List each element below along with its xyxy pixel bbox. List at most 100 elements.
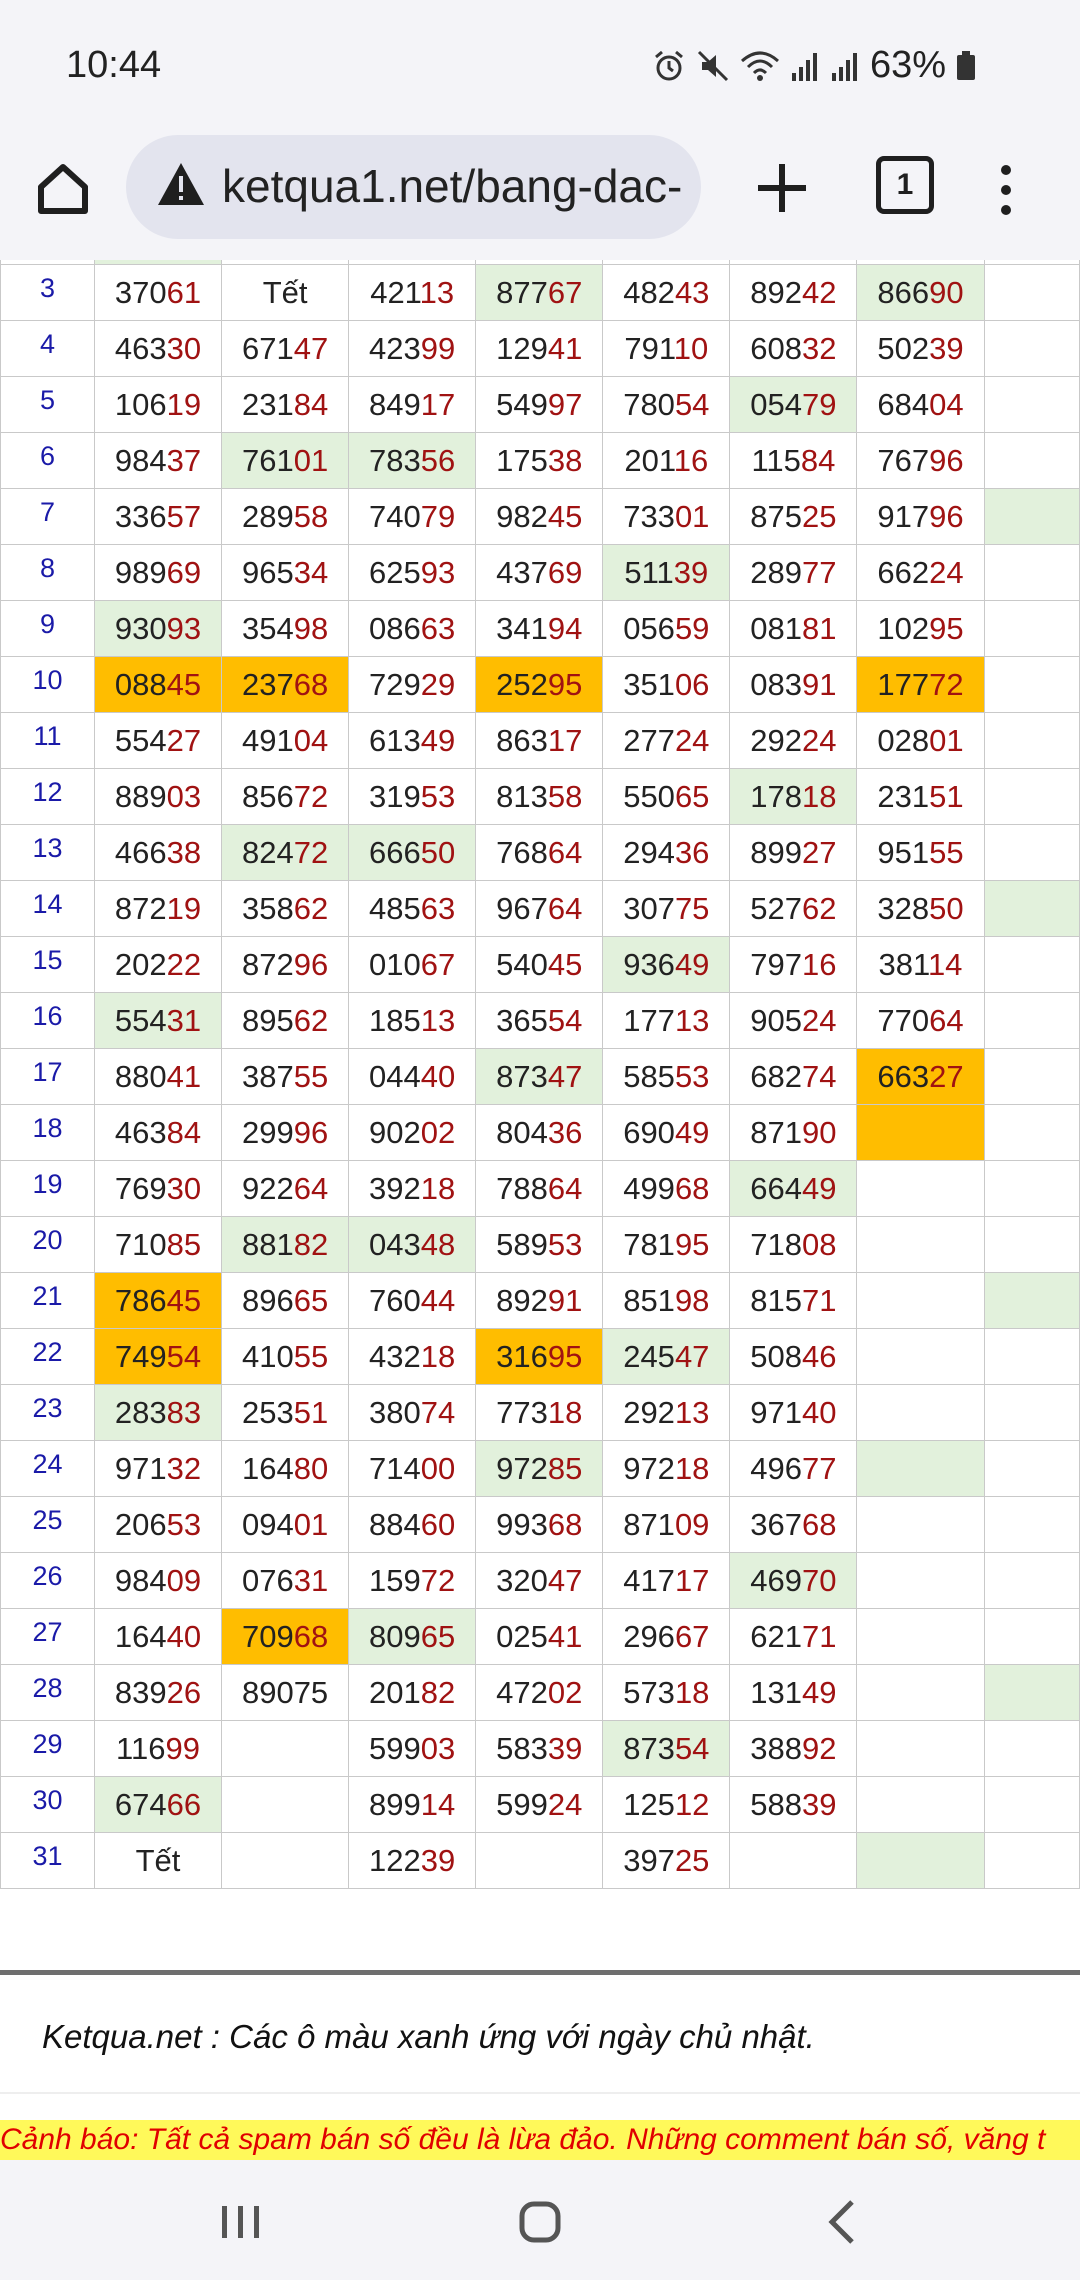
result-digits: 178	[750, 778, 803, 814]
result-cell: 71400	[348, 1440, 477, 1497]
result-digits: 930	[114, 610, 167, 646]
result-cell: 88041	[93, 1048, 223, 1105]
result-digits: 871	[623, 1506, 675, 1542]
day-number: 25	[0, 1496, 95, 1553]
result-cell	[221, 1776, 350, 1833]
table-row: 22 74954 41055 43218 31695 24547 50846	[0, 1328, 1080, 1385]
result-last-two-digits: 39	[673, 554, 709, 590]
result-digits: 508	[750, 1338, 803, 1374]
result-last-two-digits: 13	[674, 1002, 710, 1038]
result-cell: 16480	[221, 1440, 350, 1497]
result-cell: 05479	[729, 376, 858, 433]
result-last-two-digits: 77	[802, 554, 837, 590]
table-row: 31 Tết 12239 39725	[0, 1832, 1080, 1889]
result-cell: 96534	[221, 544, 350, 601]
result-digits: 245	[623, 1338, 675, 1374]
result-digits: 770	[877, 1002, 930, 1038]
result-cell: 42399	[348, 320, 477, 377]
result-cell: 90524	[729, 992, 858, 1049]
address-bar[interactable]: ketqua1.net/bang-dac-	[126, 135, 701, 239]
result-cell	[856, 1384, 985, 1441]
result-cell	[221, 1832, 350, 1889]
home-nav-icon[interactable]	[508, 2190, 572, 2254]
result-cell: 16440	[93, 1608, 223, 1665]
result-digits: 499	[623, 1170, 675, 1206]
result-digits: 231	[877, 778, 930, 814]
result-cell: 49677	[729, 1440, 858, 1497]
result-last-two-digits: 18	[674, 1674, 710, 1710]
result-cell	[983, 712, 1080, 769]
new-tab-button[interactable]	[746, 152, 818, 224]
result-digits: 540	[496, 946, 548, 982]
table-row: 27 16440 70968 80965 02541 29667 62171	[0, 1608, 1080, 1665]
day-number: 26	[0, 1552, 95, 1609]
result-digits: 392	[369, 1170, 421, 1206]
result-digits: 527	[750, 890, 803, 926]
result-digits: 511	[624, 554, 674, 590]
result-cell: 11699	[93, 1720, 223, 1777]
result-digits: 125	[623, 1786, 675, 1822]
result-cell: 54997	[475, 376, 604, 433]
result-cell: 87354	[602, 1720, 731, 1777]
url-text[interactable]: ketqua1.net/bang-dac-	[222, 159, 682, 213]
result-last-two-digits: 18	[420, 1170, 456, 1206]
result-cell: 38074	[348, 1384, 477, 1441]
result-last-two-digits: 47	[293, 330, 329, 366]
day-number: 23	[0, 1384, 95, 1441]
recent-apps-icon[interactable]	[208, 2190, 272, 2254]
result-cell: 80436	[475, 1104, 604, 1161]
result-digits: 289	[241, 498, 294, 534]
result-last-two-digits: 47	[547, 1562, 583, 1598]
result-digits: 690	[623, 1114, 675, 1150]
home-icon	[38, 164, 88, 214]
result-cell: 99368	[475, 1496, 604, 1553]
result-cell	[983, 880, 1080, 937]
result-cell: 89665	[221, 1272, 350, 1329]
result-last-two-digits: 80	[293, 1450, 329, 1486]
result-last-two-digits: 95	[547, 666, 583, 702]
result-last-two-digits: 31	[293, 1562, 329, 1598]
result-last-two-digits: 34	[293, 554, 329, 590]
result-cell: 57318	[602, 1664, 731, 1721]
result-digits: 164	[114, 1618, 167, 1654]
not-secure-warning-icon[interactable]	[156, 161, 206, 207]
more-menu-icon[interactable]	[982, 160, 1030, 220]
result-last-two-digits: 96	[293, 1114, 329, 1150]
back-nav-icon[interactable]	[812, 2190, 876, 2254]
result-cell: 97140	[729, 1384, 858, 1441]
result-last-two-digits: 51	[293, 1394, 329, 1430]
result-last-two-digits: 38	[547, 442, 583, 478]
tab-switcher-button[interactable]: 1	[876, 156, 934, 214]
result-cell: 66224	[856, 544, 985, 601]
result-last-two-digits: 75	[674, 890, 710, 926]
result-cell	[856, 1720, 985, 1777]
result-cell: Tết	[221, 264, 350, 321]
result-cell: 12239	[348, 1832, 477, 1889]
result-cell: 47202	[475, 1664, 604, 1721]
result-digits: 896	[241, 1282, 294, 1318]
result-cell	[983, 544, 1080, 601]
result-last-two-digits: 65	[420, 1618, 456, 1654]
result-cell: 55431	[93, 992, 223, 1049]
result-cell: 79110	[602, 320, 731, 377]
result-digits: 365	[496, 1002, 548, 1038]
result-cell	[983, 1608, 1080, 1665]
result-cell: 86317	[475, 712, 604, 769]
result-last-two-digits: 46	[802, 1338, 837, 1374]
result-last-two-digits: 55	[293, 1058, 329, 1094]
result-last-two-digits: 72	[929, 666, 964, 702]
result-digits: 463	[114, 1114, 167, 1150]
warning-banner: Cảnh báo: Tất cả spam bán số đều là lừa …	[0, 2120, 1080, 2160]
day-number: 29	[0, 1720, 95, 1777]
result-cell: 39218	[348, 1160, 477, 1217]
result-last-two-digits: 53	[547, 1226, 583, 1262]
result-last-two-digits: 39	[802, 1786, 837, 1822]
result-digits: Tết	[262, 274, 308, 310]
result-digits: 621	[750, 1618, 803, 1654]
home-button[interactable]	[28, 154, 98, 224]
result-last-two-digits: 19	[166, 890, 202, 926]
result-digits: 877	[496, 274, 548, 310]
result-last-two-digits: 64	[547, 890, 583, 926]
result-digits: 881	[241, 1226, 294, 1262]
battery-percent: 63%	[869, 44, 946, 86]
